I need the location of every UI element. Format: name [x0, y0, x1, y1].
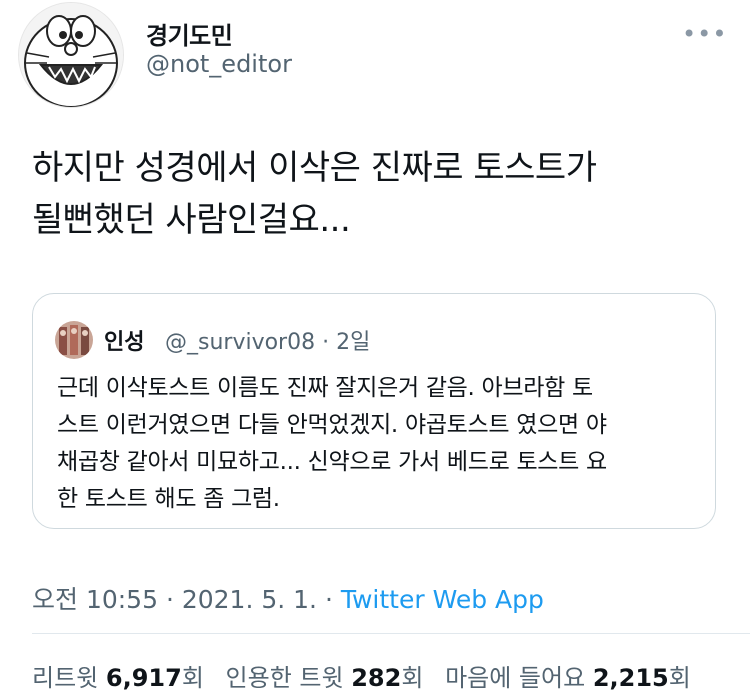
quoted-avatar-image: [55, 321, 93, 359]
quotes-unit: 회: [401, 664, 424, 692]
retweets-label: 리트윗: [32, 664, 99, 692]
tweet-metadata: 오전 10:55 · 2021. 5. 1. · Twitter Web App: [32, 580, 544, 616]
tweet-text-line: 될뻔했던 사람인걸요...: [32, 200, 351, 240]
more-options-icon[interactable]: •••: [682, 20, 727, 48]
quoted-author-handle[interactable]: @_survivor08 · 2일: [165, 324, 370, 356]
author-avatar[interactable]: [18, 2, 124, 108]
retweets-stat[interactable]: 리트윗 6,917회: [32, 664, 212, 692]
quoted-text-line: 채곱창 같아서 미묘하고... 신약으로 가서 베드로 토스트 요: [57, 449, 607, 475]
quotes-label: 인용한 트윗: [225, 664, 344, 692]
divider: [32, 633, 750, 634]
likes-unit: 회: [668, 664, 691, 692]
author-name[interactable]: 경기도민: [146, 16, 233, 51]
likes-stat[interactable]: 마음에 들어요 2,215회: [445, 664, 691, 692]
author-handle[interactable]: @not_editor: [146, 50, 292, 78]
tweet-stats: 리트윗 6,917회 인용한 트윗 282회 마음에 들어요 2,215회: [32, 658, 705, 693]
tweet-text: 하지만 성경에서 이삭은 진짜로 토스트가 될뻔했던 사람인걸요...: [32, 142, 722, 246]
retweets-unit: 회: [181, 664, 204, 692]
tweet-source-link[interactable]: Twitter Web App: [341, 585, 544, 614]
quoted-author-name[interactable]: 인성: [104, 324, 144, 356]
tweet-timestamp[interactable]: 오전 10:55 · 2021. 5. 1. ·: [32, 585, 341, 614]
retweets-count: 6,917: [105, 664, 182, 692]
quoted-tweet-text: 근데 이삭토스트 이름도 진짜 잘지은거 같음. 아브라함 토 스트 이런거였으…: [57, 370, 703, 518]
quoted-text-line: 스트 이런거였으면 다들 안먹었겠지. 야곱토스트 였으면 야: [57, 412, 607, 438]
quoted-text-line: 근데 이삭토스트 이름도 진짜 잘지은거 같음. 아브라함 토: [57, 375, 593, 401]
quoted-tweet[interactable]: 인성 @_survivor08 · 2일 근데 이삭토스트 이름도 진짜 잘지은…: [32, 293, 716, 529]
avatar-image: [19, 3, 123, 107]
likes-count: 2,215: [592, 664, 669, 692]
likes-label: 마음에 들어요: [445, 664, 586, 692]
quoted-author-avatar[interactable]: [55, 321, 93, 359]
tweet-text-line: 하지만 성경에서 이삭은 진짜로 토스트가: [32, 148, 597, 188]
quotes-stat[interactable]: 인용한 트윗 282회: [226, 664, 432, 692]
quotes-count: 282: [351, 664, 402, 692]
quoted-text-line: 한 토스트 해도 좀 그럼.: [57, 486, 280, 512]
